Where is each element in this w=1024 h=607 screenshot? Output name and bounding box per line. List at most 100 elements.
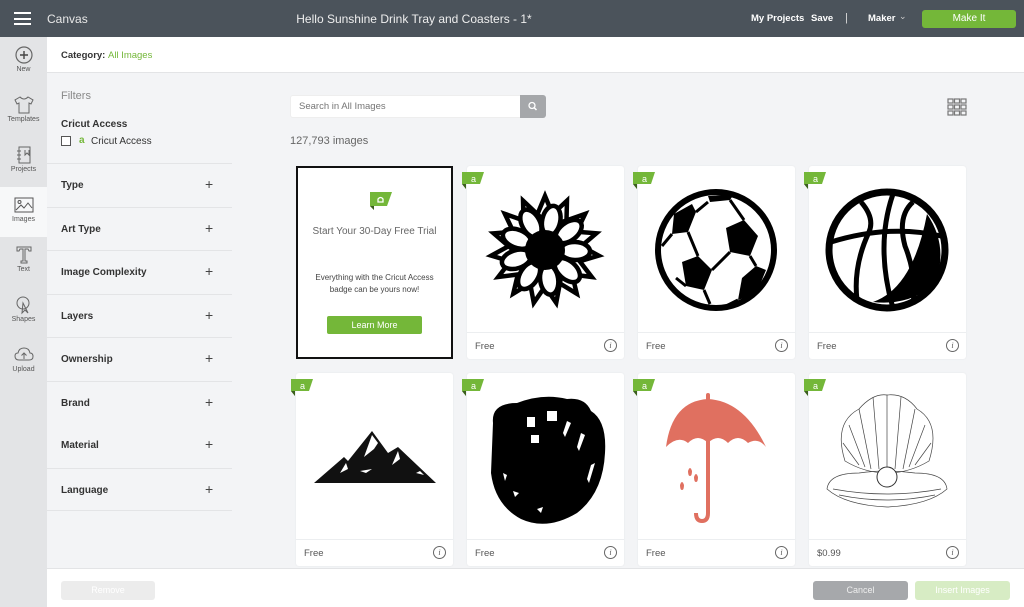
filter-name: Image Complexity [61, 267, 147, 278]
left-navigation: New Templates Projects Images Text Shape… [0, 37, 47, 607]
bottom-action-bar: Remove Cancel Insert Images [47, 568, 1024, 607]
search-button[interactable] [520, 95, 546, 118]
plus-icon[interactable]: + [205, 350, 213, 366]
separator: | [845, 12, 848, 24]
info-icon[interactable]: i [433, 546, 446, 559]
cloud-upload-icon [13, 347, 34, 361]
chevron-down-icon[interactable]: ⌄ [899, 11, 907, 22]
category-prefix: Category: [61, 50, 106, 61]
card-footer: $0.99 i [809, 539, 966, 566]
price-label: Free [646, 548, 666, 559]
category-value[interactable]: All Images [108, 50, 152, 61]
cricut-access-badge-icon: a [804, 172, 826, 189]
price-label: Free [817, 341, 837, 352]
nav-projects[interactable]: Projects [0, 137, 47, 187]
info-icon[interactable]: i [775, 546, 788, 559]
filter-name: Art Type [61, 224, 101, 235]
top-bar: Canvas Hello Sunshine Drink Tray and Coa… [0, 0, 1024, 37]
image-card-basketball[interactable]: a Free i [804, 166, 966, 359]
image-card-mountains[interactable]: a Free i [291, 373, 453, 566]
plus-icon[interactable]: + [205, 220, 213, 236]
info-icon[interactable]: i [946, 339, 959, 352]
image-card-seashell-pearl[interactable]: a $0.99 i [804, 373, 966, 566]
machine-select[interactable]: Maker [868, 13, 895, 24]
cricut-access-checkbox[interactable] [61, 136, 71, 146]
nav-label: Shapes [11, 316, 36, 323]
nav-shapes[interactable]: Shapes [0, 287, 47, 337]
filter-language[interactable]: Language + [47, 468, 232, 511]
svg-text:a: a [471, 174, 476, 184]
cricut-access-promo-card: Start Your 30-Day Free Trial Everything … [296, 166, 453, 359]
cricut-access-badge-icon: a [804, 379, 826, 396]
plus-icon[interactable]: + [205, 481, 213, 497]
plus-circle-icon [14, 46, 33, 64]
filter-name: Material [61, 440, 99, 451]
nav-label: Projects [10, 166, 37, 173]
nav-new[interactable]: New [0, 37, 47, 87]
filter-layers[interactable]: Layers + [47, 294, 232, 337]
filter-brand[interactable]: Brand + [47, 381, 232, 424]
nav-templates[interactable]: Templates [0, 87, 47, 137]
price-label: Free [475, 548, 495, 559]
grid-view-icon[interactable] [947, 98, 967, 121]
card-footer: Free i [296, 539, 453, 566]
baseball-glove-image [491, 396, 606, 524]
filter-name: Ownership [61, 354, 113, 365]
my-projects-link[interactable]: My Projects [751, 13, 804, 24]
info-icon[interactable]: i [946, 546, 959, 559]
filter-material[interactable]: Material + [47, 424, 232, 467]
info-icon[interactable]: i [604, 339, 617, 352]
learn-more-button[interactable]: Learn More [327, 316, 422, 334]
save-link[interactable]: Save [811, 13, 833, 24]
cancel-button[interactable]: Cancel [813, 581, 908, 600]
tshirt-icon [13, 96, 34, 114]
cricut-access-badge-icon: a [462, 172, 484, 189]
card-footer: Free i [638, 539, 795, 566]
filter-art-type[interactable]: Art Type + [47, 207, 232, 250]
image-card-umbrella[interactable]: a Free i [633, 373, 795, 566]
svg-text:a: a [813, 174, 818, 184]
nav-label: Templates [7, 116, 40, 123]
price-label: Free [475, 341, 495, 352]
card-footer: Free i [467, 332, 624, 359]
plus-icon[interactable]: + [205, 176, 213, 192]
search-icon [528, 101, 538, 111]
mountains-image [314, 431, 436, 483]
plus-icon[interactable]: + [205, 394, 213, 410]
filter-image-complexity[interactable]: Image Complexity + [47, 250, 232, 293]
svg-text:a: a [642, 174, 647, 184]
price-label: $0.99 [817, 548, 841, 559]
price-label: Free [646, 341, 666, 352]
results-count: 127,793 images [290, 135, 369, 147]
filters-title: Filters [61, 90, 91, 102]
info-icon[interactable]: i [775, 339, 788, 352]
nav-upload[interactable]: Upload [0, 337, 47, 387]
image-card-sunflower[interactable]: a Free i [462, 166, 624, 359]
image-card-baseball-glove[interactable]: a Free i [462, 373, 624, 566]
insert-images-button[interactable]: Insert Images [915, 581, 1010, 600]
cricut-access-badge-icon: a [633, 379, 655, 396]
svg-text:a: a [471, 381, 476, 391]
make-it-button[interactable]: Make It [922, 10, 1016, 28]
plus-icon[interactable]: + [205, 436, 213, 452]
plus-icon[interactable]: + [205, 307, 213, 323]
shapes-icon [16, 296, 29, 315]
filter-name: Layers [61, 311, 94, 322]
filter-ownership[interactable]: Ownership + [47, 337, 232, 380]
plus-icon[interactable]: + [205, 263, 213, 279]
category-label: Category: All Images [61, 50, 152, 61]
svg-text:a: a [813, 381, 818, 391]
card-footer: Free i [809, 332, 966, 359]
filter-type[interactable]: Type + [47, 163, 232, 206]
nav-images[interactable]: Images [0, 187, 47, 237]
category-bar: Category: All Images [47, 37, 1024, 73]
info-icon[interactable]: i [604, 546, 617, 559]
svg-text:a: a [300, 381, 305, 391]
image-card-soccer-ball[interactable]: a Free i [633, 166, 795, 359]
cricut-access-badge-icon [370, 192, 392, 210]
nav-text[interactable]: Text [0, 237, 47, 287]
remove-button[interactable]: Remove [61, 581, 155, 600]
cricut-access-heading: Cricut Access [61, 119, 128, 130]
search-input[interactable] [290, 95, 520, 118]
filter-name: Type [61, 180, 84, 191]
